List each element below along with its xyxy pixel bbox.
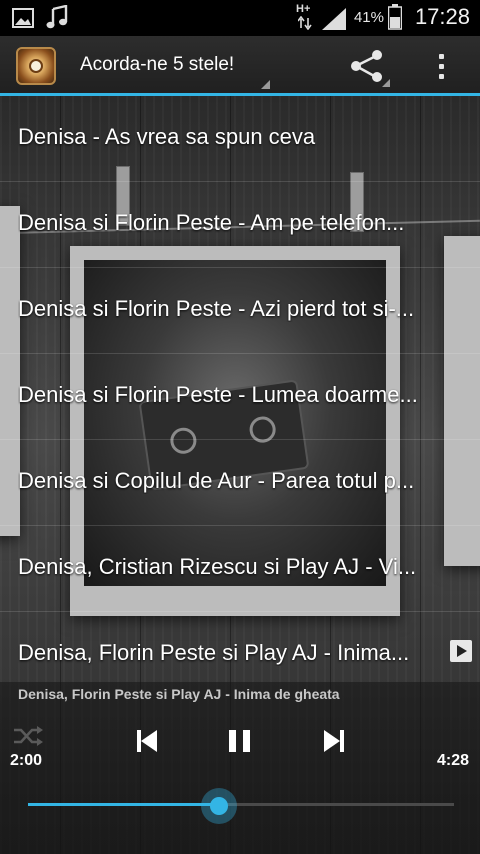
song-item[interactable]: Denisa si Copilul de Aur - Parea totul p… [0, 440, 480, 526]
battery-icon [388, 4, 402, 30]
song-item[interactable]: Denisa si Florin Peste - Azi pierd tot s… [0, 268, 480, 354]
song-title: Denisa si Florin Peste - Azi pierd tot s… [18, 296, 415, 321]
seek-progress [28, 803, 219, 806]
song-item[interactable]: Denisa - As vrea sa spun ceva [0, 96, 480, 182]
song-item[interactable]: Denisa si Florin Peste - Am pe telefon..… [0, 182, 480, 268]
song-item[interactable]: Denisa si Florin Peste - Lumea doarme... [0, 354, 480, 440]
now-playing-indicator-icon [450, 640, 472, 662]
battery-percentage: 41% [353, 9, 384, 26]
app-title[interactable]: Acorda-ne 5 stele! [80, 54, 234, 76]
total-time: 4:28 [436, 752, 469, 769]
hplus-data-icon: H+ [296, 3, 311, 15]
pause-button[interactable] [218, 722, 262, 762]
shuffle-icon [14, 726, 43, 746]
previous-button[interactable] [126, 722, 170, 762]
song-title: Denisa si Copilul de Aur - Parea totul p… [18, 468, 415, 493]
now-playing-title: Denisa, Florin Peste si Play AJ - Inima … [18, 686, 340, 702]
overflow-menu-button[interactable] [426, 46, 458, 86]
song-list[interactable]: Denisa - As vrea sa spun ceva Denisa si … [0, 96, 480, 682]
player-panel: Denisa, Florin Peste si Play AJ - Inima … [0, 682, 480, 854]
song-item[interactable]: Denisa, Florin Peste si Play AJ - Inima.… [0, 612, 480, 682]
song-item[interactable]: Denisa, Cristian Rizescu si Play AJ - Vi… [0, 526, 480, 612]
song-title: Denisa, Florin Peste si Play AJ - Inima.… [18, 640, 410, 665]
song-title: Denisa - As vrea sa spun ceva [18, 124, 316, 149]
share-dropdown-indicator-icon [382, 79, 390, 87]
previous-icon [137, 730, 157, 752]
action-bar: Acorda-ne 5 stele! [0, 36, 480, 96]
data-arrows-icon [298, 16, 312, 30]
gallery-icon [12, 8, 34, 28]
seek-bar[interactable] [28, 803, 454, 806]
title-dropdown-indicator-icon [261, 80, 270, 89]
elapsed-time: 2:00 [10, 752, 43, 769]
signal-icon [322, 8, 346, 30]
pause-icon [229, 730, 250, 752]
song-title: Denisa, Cristian Rizescu si Play AJ - Vi… [18, 554, 417, 579]
song-title: Denisa si Florin Peste - Am pe telefon..… [18, 210, 405, 235]
music-note-icon [46, 5, 68, 29]
app-logo[interactable] [16, 47, 56, 85]
song-title: Denisa si Florin Peste - Lumea doarme... [18, 382, 418, 407]
next-button[interactable] [312, 722, 356, 762]
overflow-menu-icon [439, 54, 444, 59]
next-icon [324, 730, 344, 752]
seek-thumb[interactable] [200, 788, 237, 824]
clock: 17:28 [414, 4, 470, 29]
status-bar: H+ 41% 17:28 [0, 0, 480, 36]
